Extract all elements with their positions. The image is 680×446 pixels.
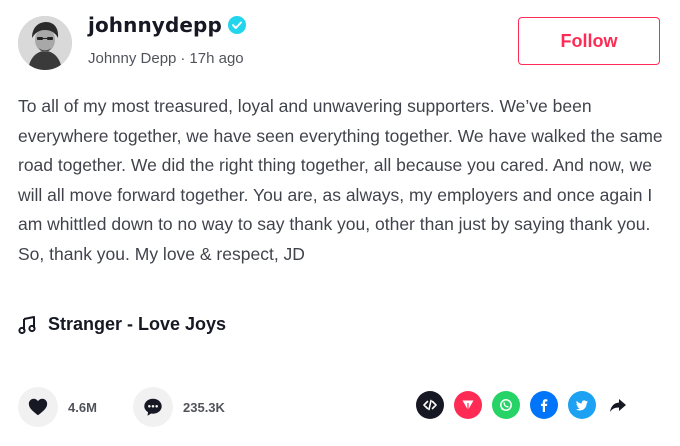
post-caption: To all of my most treasured, loyal and u… xyxy=(18,96,663,264)
heart-icon xyxy=(28,398,48,416)
music-link[interactable]: Stranger - Love Joys xyxy=(18,314,226,335)
share-bar xyxy=(416,391,630,419)
post-time: 17h ago xyxy=(189,50,244,67)
display-name: Johnny Depp xyxy=(88,50,177,67)
verified-badge-icon xyxy=(227,16,246,34)
meta-separator: · xyxy=(180,50,186,67)
whatsapp-icon[interactable] xyxy=(492,391,520,419)
comment-count: 235.3K xyxy=(183,399,225,415)
author-row: johnnydepp xyxy=(88,13,246,37)
embed-icon[interactable] xyxy=(416,391,444,419)
twitter-icon[interactable] xyxy=(568,391,596,419)
like-icon-container[interactable] xyxy=(18,387,58,427)
like-count: 4.6M xyxy=(68,399,97,415)
avatar[interactable] xyxy=(18,16,72,70)
send-to-friends-icon[interactable] xyxy=(454,391,482,419)
comment-button[interactable]: 235.3K xyxy=(133,387,225,427)
author-meta: Johnny Depp · 17h ago xyxy=(88,50,244,67)
facebook-icon[interactable] xyxy=(530,391,558,419)
like-button[interactable]: 4.6M xyxy=(18,387,97,427)
share-arrow-icon[interactable] xyxy=(606,391,630,419)
comment-icon-container[interactable] xyxy=(133,387,173,427)
avatar-image xyxy=(18,16,72,70)
comment-icon xyxy=(144,398,162,416)
username[interactable]: johnnydepp xyxy=(88,13,222,37)
music-title[interactable]: Stranger - Love Joys xyxy=(48,314,226,335)
follow-button[interactable]: Follow xyxy=(518,17,660,65)
music-note-icon xyxy=(18,315,36,334)
